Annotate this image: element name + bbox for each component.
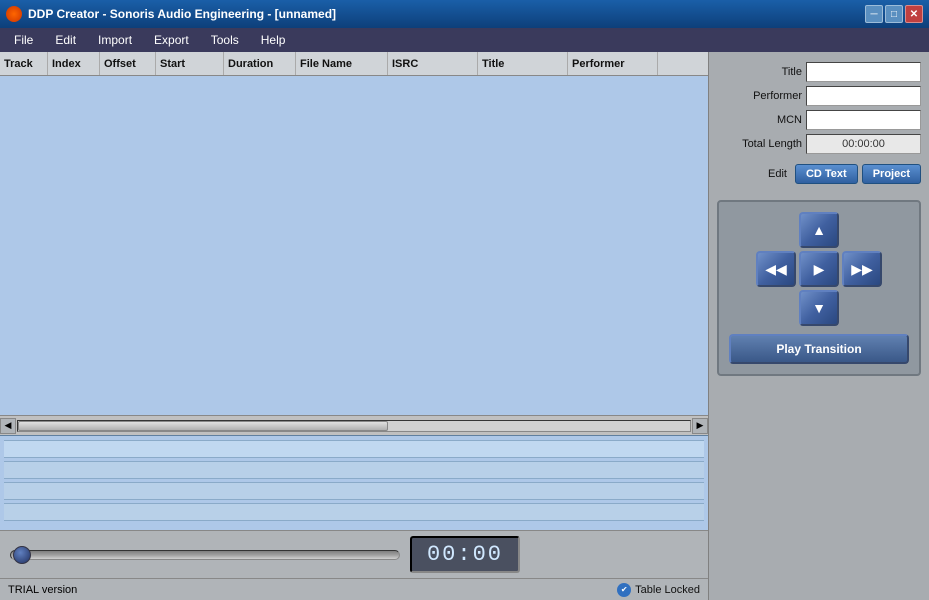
play-slider-thumb[interactable] — [13, 546, 31, 564]
col-header-title: Title — [478, 52, 568, 75]
hscroll-thumb[interactable] — [18, 421, 388, 431]
field-row-total-length: Total Length — [717, 134, 921, 154]
title-label: Title — [727, 66, 802, 78]
table-area[interactable] — [0, 76, 708, 415]
title-bar-controls: ─ □ ✕ — [865, 5, 923, 23]
hscroll-track[interactable] — [17, 420, 691, 432]
nav-next-button[interactable]: ▶▶ — [842, 251, 882, 287]
hscroll-left-btn[interactable]: ◀ — [0, 418, 16, 434]
mcn-input[interactable] — [806, 110, 921, 130]
col-header-start: Start — [156, 52, 224, 75]
main-content: Track Index Offset Start Duration File N… — [0, 52, 929, 600]
col-header-duration: Duration — [224, 52, 296, 75]
col-header-performer: Performer — [568, 52, 658, 75]
status-bar: TRIAL version ✔ Table Locked — [0, 578, 708, 600]
menu-import[interactable]: Import — [88, 31, 142, 49]
col-header-filename: File Name — [296, 52, 388, 75]
field-row-mcn: MCN — [717, 110, 921, 130]
menu-bar: File Edit Import Export Tools Help — [0, 28, 929, 52]
maximize-button[interactable]: □ — [885, 5, 903, 23]
left-panel: Track Index Offset Start Duration File N… — [0, 52, 709, 600]
title-bar: DDP Creator - Sonoris Audio Engineering … — [0, 0, 929, 28]
mcn-label: MCN — [727, 114, 802, 126]
table-locked-indicator: ✔ Table Locked — [617, 583, 700, 597]
transport-bar: 00:00 — [0, 530, 708, 578]
play-transition-button[interactable]: Play Transition — [729, 334, 909, 364]
menu-file[interactable]: File — [4, 31, 43, 49]
waveform-row-1 — [4, 440, 704, 458]
menu-help[interactable]: Help — [251, 31, 296, 49]
col-header-offset: Offset — [100, 52, 156, 75]
menu-export[interactable]: Export — [144, 31, 199, 49]
edit-section: Edit CD Text Project — [717, 164, 921, 184]
transport-section: ▲ ◀◀ ▶ ▶▶ ▼ Play Transition — [717, 200, 921, 376]
title-bar-left: DDP Creator - Sonoris Audio Engineering … — [6, 6, 336, 22]
waveform-row-3 — [4, 482, 704, 500]
table-locked-label: Table Locked — [635, 584, 700, 596]
nav-up-button[interactable]: ▲ — [799, 212, 839, 248]
waveform-row-2 — [4, 461, 704, 479]
trial-text: TRIAL version — [8, 584, 77, 596]
hscroll-right-btn[interactable]: ▶ — [692, 418, 708, 434]
fields-section: Title Performer MCN Total Length — [717, 62, 921, 154]
title-input[interactable] — [806, 62, 921, 82]
nav-grid: ▲ ◀◀ ▶ ▶▶ ▼ — [756, 212, 882, 326]
edit-label: Edit — [768, 168, 787, 180]
hscroll-area: ◀ ▶ — [0, 415, 708, 435]
table-header: Track Index Offset Start Duration File N… — [0, 52, 708, 76]
close-button[interactable]: ✕ — [905, 5, 923, 23]
col-header-index: Index — [48, 52, 100, 75]
nav-prev-button[interactable]: ◀◀ — [756, 251, 796, 287]
nav-empty-tr — [842, 212, 882, 248]
performer-label: Performer — [727, 90, 802, 102]
total-length-label: Total Length — [727, 138, 802, 150]
nav-empty-br — [842, 290, 882, 326]
waveform-area — [0, 435, 708, 530]
field-row-performer: Performer — [717, 86, 921, 106]
nav-play-button[interactable]: ▶ — [799, 251, 839, 287]
nav-empty-tl — [756, 212, 796, 248]
window-title: DDP Creator - Sonoris Audio Engineering … — [28, 7, 336, 21]
play-slider-track[interactable] — [10, 550, 400, 560]
menu-edit[interactable]: Edit — [45, 31, 86, 49]
nav-empty-bl — [756, 290, 796, 326]
col-header-isrc: ISRC — [388, 52, 478, 75]
minimize-button[interactable]: ─ — [865, 5, 883, 23]
cd-text-button[interactable]: CD Text — [795, 164, 858, 184]
project-button[interactable]: Project — [862, 164, 921, 184]
menu-tools[interactable]: Tools — [201, 31, 249, 49]
col-header-track: Track — [0, 52, 48, 75]
app-icon — [6, 6, 22, 22]
nav-down-button[interactable]: ▼ — [799, 290, 839, 326]
performer-input[interactable] — [806, 86, 921, 106]
time-display: 00:00 — [410, 536, 520, 573]
waveform-row-4 — [4, 503, 704, 521]
lock-icon: ✔ — [617, 583, 631, 597]
field-row-title: Title — [717, 62, 921, 82]
total-length-display — [806, 134, 921, 154]
right-panel: Title Performer MCN Total Length Edit CD… — [709, 52, 929, 600]
